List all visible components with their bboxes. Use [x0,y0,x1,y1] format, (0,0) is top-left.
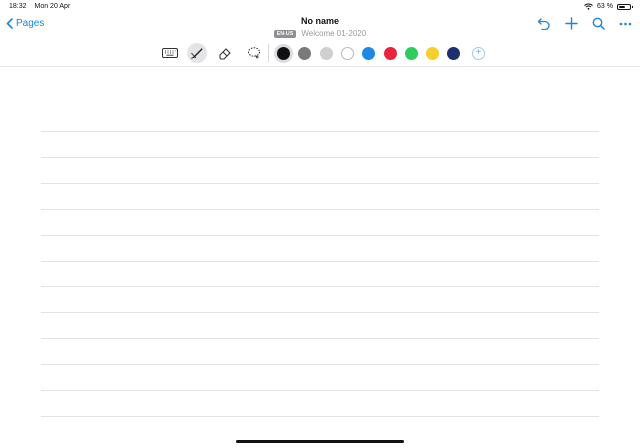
pen-tool[interactable] [187,43,207,63]
toolbar-divider [268,44,269,62]
color-swatch[interactable] [426,47,439,60]
ruled-line [41,390,599,391]
lasso-icon [248,47,260,59]
pen-toolbar: + [0,41,640,65]
ruled-line [41,183,599,184]
pen-icon [191,48,203,59]
toolbar-separator [0,66,640,67]
keyboard-icon [162,48,178,58]
ruled-line [41,338,599,339]
page-subtitle: Welcome 01-2020 [301,29,367,38]
more-icon[interactable] [619,17,632,30]
undo-icon[interactable] [537,17,551,30]
color-swatch[interactable] [447,47,460,60]
color-swatch[interactable] [362,47,375,60]
color-swatch[interactable] [320,47,333,60]
nav-actions [537,17,632,30]
ruled-line [41,416,599,417]
wifi-icon [584,3,593,10]
status-date: Mon 20 Apr [34,3,71,10]
lasso-tool[interactable] [244,43,264,63]
ruled-line [41,157,599,158]
color-swatch[interactable] [405,47,418,60]
language-badge[interactable]: EN-US [273,29,297,38]
eraser-tool[interactable] [215,43,235,63]
status-time: 18:32 [9,3,27,10]
battery-icon [617,3,633,10]
color-swatch[interactable] [298,47,311,60]
ruled-line [41,235,599,236]
ruled-line [41,209,599,210]
ruled-line [41,261,599,262]
color-swatch[interactable] [384,47,397,60]
search-icon[interactable] [592,17,605,30]
color-swatch[interactable] [277,47,290,60]
plus-icon[interactable] [565,17,578,30]
status-right: 63 % [584,3,633,10]
ruled-line [41,286,599,287]
battery-percent: 63 % [597,3,613,10]
status-bar: 18:32 Mon 20 Apr 63 % [0,0,640,14]
color-swatch[interactable] [341,47,354,60]
ruled-line [41,364,599,365]
ruled-line [41,131,599,132]
home-indicator[interactable] [236,440,404,443]
eraser-icon [219,48,231,60]
ruled-line [41,312,599,313]
status-left: 18:32 Mon 20 Apr [9,3,76,10]
battery-fill [619,5,625,8]
keyboard-tool[interactable] [160,43,180,63]
plus-icon: + [475,47,482,58]
add-color-button[interactable]: + [472,47,485,60]
subtitle-row: EN-US Welcome 01-2020 [0,29,640,38]
